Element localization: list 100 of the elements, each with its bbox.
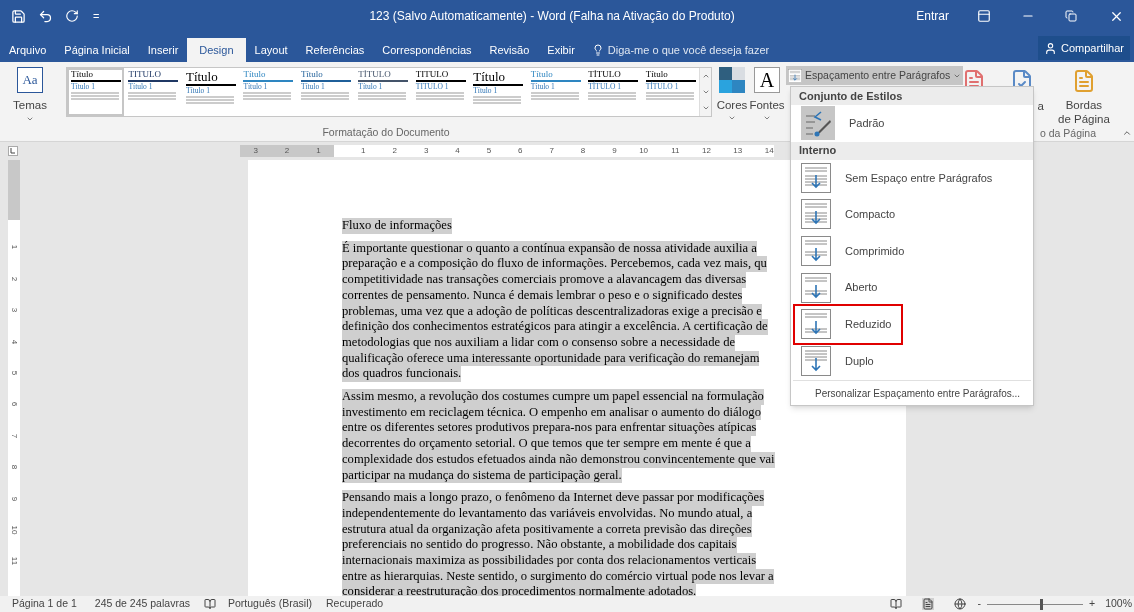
paragraph-spacing-icon (801, 162, 831, 193)
menu-section-header: Interno (791, 141, 1033, 160)
zoom-out-button[interactable]: - (977, 596, 981, 612)
page-borders-label[interactable]: Bordas (1065, 98, 1103, 112)
zoom-in-button[interactable]: + (1089, 596, 1096, 612)
thumbnail-title: TÍTULO (358, 70, 392, 79)
ribbon-tab[interactable]: Referências (296, 38, 374, 62)
ruler-number: 1 (302, 145, 335, 157)
menu-item-label: Comprimido (845, 243, 905, 259)
tab-selector-icon[interactable] (8, 146, 18, 156)
thumbnail-title: TÍTULO (588, 70, 622, 79)
group-label: o da Página (1040, 126, 1097, 141)
ruler-number: 1 (9, 244, 20, 252)
thumbnail-title: Título (473, 70, 507, 83)
ruler-number: 9 (611, 145, 617, 157)
themes-icon[interactable]: Aa (17, 67, 43, 93)
paragraph-spacing-icon (801, 272, 831, 303)
ribbon-display-icon[interactable] (977, 9, 991, 23)
text-lines-drawing (473, 95, 524, 107)
menu-item-label: Sem Espaço entre Parágrafos (845, 170, 993, 186)
zoom-slider[interactable] (987, 598, 1083, 610)
themes-label[interactable]: Temas (13, 97, 47, 115)
fonts-icon[interactable]: A (754, 67, 780, 93)
thumbnail-title: Título (185, 70, 219, 83)
ribbon-tab[interactable]: Design (187, 38, 246, 62)
ribbon-tab[interactable]: Revisão (480, 38, 539, 62)
ruler-number: 3 (240, 145, 272, 157)
text-lines-drawing (300, 91, 351, 103)
ruler-number: 8 (9, 463, 20, 472)
collapse-ribbon-icon[interactable] (1122, 128, 1132, 138)
paragraph-spacing-icon (801, 345, 831, 376)
ribbon-tab[interactable]: Correspondências (373, 38, 481, 62)
thumbnail-title: Título (243, 70, 267, 79)
ruler-number: 1 (360, 145, 366, 157)
fonts-label[interactable]: Fontes (749, 97, 785, 115)
restore-icon[interactable] (1065, 10, 1077, 22)
customize-toolbar-button[interactable]: = (93, 7, 100, 25)
ruler-number: 3 (9, 306, 20, 315)
person-icon (1044, 41, 1058, 55)
ribbon-tab[interactable]: Página Inicial (55, 38, 139, 62)
print-layout-icon[interactable] (921, 598, 934, 610)
sign-in-link[interactable]: Entrar (916, 7, 949, 25)
ruler-number: 2 (391, 145, 397, 157)
text-lines-drawing (185, 95, 236, 107)
save-icon[interactable] (11, 8, 26, 24)
menu-section-header: Conjunto de Estilos (791, 87, 1033, 105)
proofing-icon[interactable] (203, 598, 216, 610)
ruler-number: 13 (732, 145, 743, 157)
share-button[interactable]: Compartilhar (1038, 36, 1130, 60)
paragraph-spacing-icon (801, 236, 831, 267)
lightbulb-icon (591, 44, 604, 56)
ribbon-tab[interactable]: Arquivo (0, 38, 56, 62)
page-borders-label[interactable]: de Página (1058, 112, 1110, 126)
page-count[interactable]: Página 1 de 1 (12, 596, 77, 612)
ribbon-tab[interactable]: Exibir (538, 38, 584, 62)
menu-item[interactable]: Sem Espaço entre Parágrafos (795, 159, 1029, 197)
ruler-number: 4 (454, 145, 460, 157)
web-layout-icon[interactable] (953, 598, 966, 610)
window-title: 123 (Salvo Automaticamente) - Word (Falha na Ativação do Produto) (369, 8, 735, 25)
ruler-number: 6 (517, 145, 523, 157)
thumbnail-title: Título (530, 70, 554, 79)
menu-item[interactable]: Comprimido (795, 232, 1029, 270)
custom-spacing-menu-item[interactable]: Personalizar Espaçamento entre Parágrafos... (791, 381, 1033, 406)
ribbon-tab[interactable]: Inserir (138, 38, 188, 62)
redo-icon[interactable] (65, 9, 79, 23)
thumbnail-title: Título (71, 70, 94, 79)
menu-item-label: Padrão (849, 116, 885, 132)
ruler-number: 12 (700, 145, 711, 157)
language-label[interactable]: Português (Brasil) (227, 596, 312, 612)
gallery-scrollbar[interactable] (699, 68, 712, 117)
ruler-number: 7 (548, 145, 554, 157)
menu-item-label: Aberto (845, 280, 878, 296)
ruler-number: 6 (9, 401, 20, 409)
ribbon-tab[interactable]: Layout (245, 38, 297, 62)
text-lines-drawing (358, 91, 409, 103)
color-palette-icon[interactable] (719, 67, 745, 93)
menu-item[interactable]: Duplo (795, 342, 1029, 380)
colors-label[interactable]: Cores (716, 97, 748, 115)
paragraph-spacing-icon (801, 309, 831, 340)
tell-me-field[interactable]: Diga-me o que você deseja fazer (591, 38, 770, 62)
group-label: Formatação do Documento (322, 125, 450, 141)
paragraph-spacing-button[interactable]: Espaçamento entre Parágrafos (786, 66, 964, 85)
zoom-level[interactable]: 100% (1105, 596, 1132, 612)
text-lines-drawing (530, 91, 581, 103)
zoom-slider-thumb[interactable] (1039, 598, 1043, 610)
ruler-number: 2 (9, 275, 20, 283)
ruler-number: 10 (638, 145, 649, 157)
menu-item[interactable]: Aberto (795, 269, 1029, 306)
menu-item-label: Reduzido (845, 317, 892, 332)
word-count[interactable]: 245 de 245 palavras (94, 596, 190, 612)
menu-item-label: Duplo (845, 353, 874, 369)
thumbnail-title: Título (300, 70, 324, 79)
menu-item[interactable]: Compacto (795, 196, 1029, 233)
menu-item[interactable]: Padrão (795, 105, 1029, 142)
menu-item[interactable]: Reduzido (795, 305, 901, 343)
read-mode-icon[interactable] (889, 598, 902, 610)
ruler-number: 5 (485, 145, 492, 157)
thumbnail-title: TITULO (128, 70, 162, 79)
undo-icon[interactable] (38, 8, 53, 24)
page-color-label[interactable]: a (1037, 98, 1044, 116)
